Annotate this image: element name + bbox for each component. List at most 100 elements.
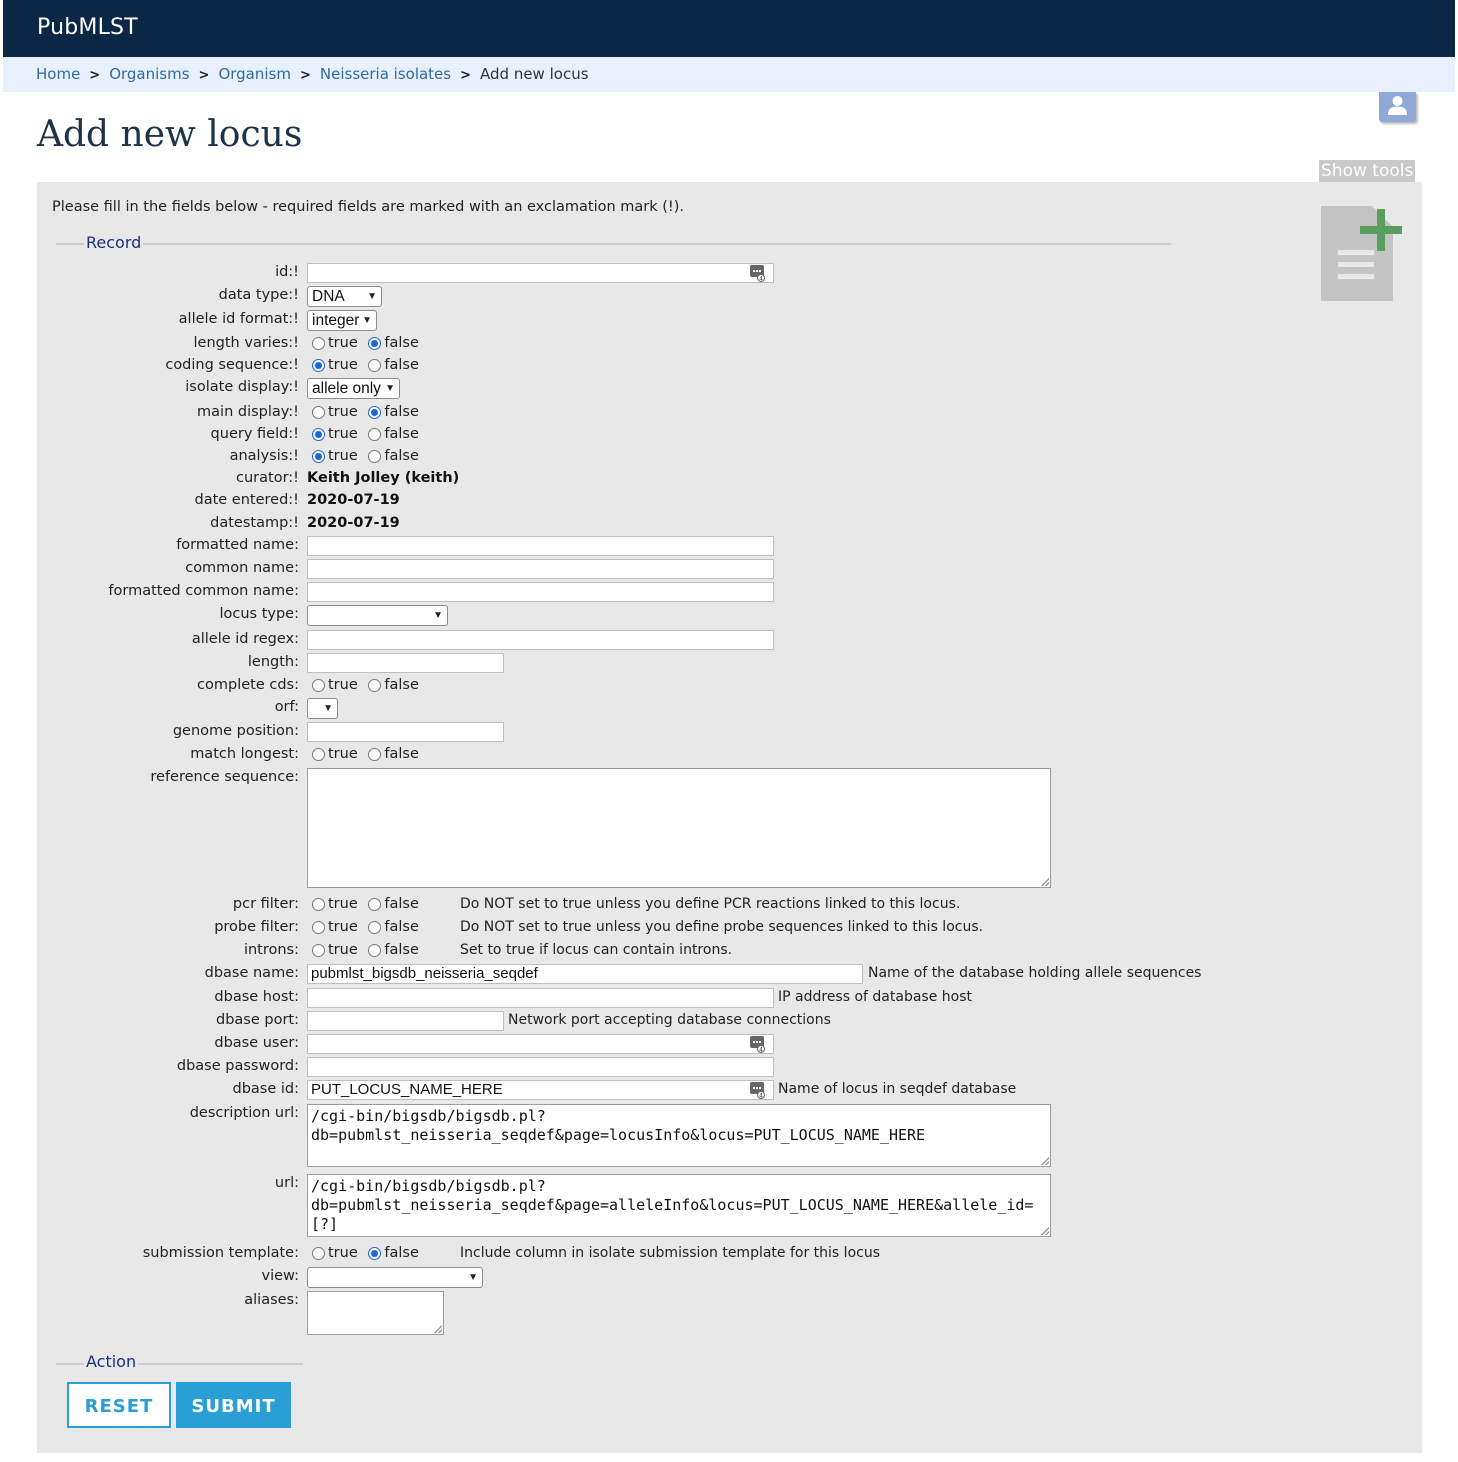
resize-handle[interactable]: [1041, 878, 1049, 886]
date-entered-label: date entered:!: [194, 492, 300, 508]
dbase-user-input[interactable]: 4: [307, 1034, 774, 1054]
dbase-name-input[interactable]: pubmlst_bigsdb_neisseria_seqdef: [307, 964, 863, 984]
complete-cds-true-radio[interactable]: true: [312, 677, 358, 693]
description-url-textarea[interactable]: /cgi-bin/bigsdb/bigsdb.pl? db=pubmlst_ne…: [307, 1104, 1051, 1167]
allele-id-regex-input[interactable]: [307, 630, 774, 650]
pcr-filter-false-radio[interactable]: false: [368, 896, 419, 912]
main-display-true-radio[interactable]: true: [312, 404, 358, 420]
pcr-filter-true-radio[interactable]: true: [312, 896, 358, 912]
orf-label: orf:: [274, 699, 299, 715]
length-varies-label: length varies:!: [193, 335, 299, 351]
coding-sequence-label: coding sequence:!: [165, 357, 299, 373]
view-select[interactable]: ▼: [307, 1267, 483, 1288]
introns-true-radio[interactable]: true: [312, 942, 358, 958]
user-icon[interactable]: [1379, 92, 1416, 122]
submission-template-radio-group: true false: [312, 1245, 425, 1263]
formatted-name-input[interactable]: [307, 536, 774, 556]
keyboard-icon[interactable]: 4: [750, 265, 766, 282]
query-field-radio-group: true false: [312, 426, 425, 444]
probe-filter-radio-group: true false: [312, 919, 425, 937]
formatted-common-name-label: formatted common name:: [108, 583, 299, 599]
breadcrumb-home[interactable]: Home: [36, 65, 80, 83]
length-varies-false-radio[interactable]: false: [368, 335, 419, 351]
add-document-icon[interactable]: [1320, 205, 1404, 306]
breadcrumb-separator: >: [89, 68, 101, 83]
allele-id-regex-label: allele id regex:: [191, 631, 299, 647]
keyboard-icon[interactable]: 4: [750, 1082, 766, 1099]
dbase-id-note: Name of locus in seqdef database: [778, 1081, 1017, 1097]
submission-template-note: Include column in isolate submission tem…: [460, 1245, 880, 1261]
allele-id-format-label: allele id format:!: [178, 311, 299, 327]
reset-button[interactable]: RESET: [67, 1382, 171, 1428]
resize-handle[interactable]: [1041, 1227, 1049, 1235]
resize-handle[interactable]: [434, 1325, 442, 1333]
resize-handle[interactable]: [1041, 1157, 1049, 1165]
chevron-down-icon: ▼: [468, 1272, 478, 1283]
match-longest-true-radio[interactable]: true: [312, 746, 358, 762]
common-name-label: common name:: [185, 560, 299, 576]
main-display-label: main display:!: [197, 404, 299, 420]
analysis-false-radio[interactable]: false: [368, 448, 419, 464]
dbase-user-label: dbase user:: [214, 1035, 299, 1051]
breadcrumb: Home > Organisms > Organism > Neisseria isolat…: [3, 57, 1455, 92]
submission-template-false-radio[interactable]: false: [368, 1245, 419, 1261]
breadcrumb-separator: >: [198, 68, 210, 83]
length-varies-true-radio[interactable]: true: [312, 335, 358, 351]
keyboard-icon[interactable]: 4: [750, 1036, 766, 1053]
submit-button[interactable]: SUBMIT: [176, 1382, 291, 1428]
probe-filter-false-radio[interactable]: false: [368, 919, 419, 935]
query-field-false-radio[interactable]: false: [368, 426, 419, 442]
date-entered-value: 2020-07-19: [307, 492, 400, 508]
complete-cds-radio-group: true false: [312, 677, 425, 695]
isolate-display-select[interactable]: allele only ▼: [307, 378, 400, 399]
breadcrumb-organism[interactable]: Organism: [218, 65, 291, 83]
data-type-select[interactable]: DNA ▼: [307, 286, 382, 307]
curator-label: curator:!: [236, 470, 299, 486]
complete-cds-false-radio[interactable]: false: [368, 677, 419, 693]
reference-sequence-textarea[interactable]: [307, 768, 1051, 888]
length-label: length:: [247, 654, 299, 670]
site-brand[interactable]: PubMLST: [37, 15, 138, 40]
chevron-down-icon: ▼: [323, 703, 333, 714]
id-input[interactable]: 4: [307, 263, 774, 283]
aliases-label: aliases:: [244, 1292, 299, 1308]
length-input[interactable]: [307, 653, 504, 673]
view-label: view:: [261, 1268, 299, 1284]
breadcrumb-neisseria-isolates[interactable]: Neisseria isolates: [320, 65, 451, 83]
match-longest-false-radio[interactable]: false: [368, 746, 419, 762]
query-field-true-radio[interactable]: true: [312, 426, 358, 442]
dbase-name-label: dbase name:: [204, 965, 299, 981]
submission-template-label: submission template:: [142, 1245, 299, 1261]
locus-type-select[interactable]: ▼: [307, 605, 448, 626]
analysis-true-radio[interactable]: true: [312, 448, 358, 464]
data-type-label: data type:!: [218, 287, 299, 303]
submission-template-true-radio[interactable]: true: [312, 1245, 358, 1261]
url-label: url:: [274, 1175, 299, 1191]
url-textarea[interactable]: /cgi-bin/bigsdb/bigsdb.pl? db=pubmlst_ne…: [307, 1174, 1051, 1237]
show-tools-button[interactable]: Show tools: [1319, 160, 1416, 182]
common-name-input[interactable]: [307, 559, 774, 579]
genome-position-input[interactable]: [307, 722, 504, 742]
aliases-textarea[interactable]: [307, 1291, 444, 1335]
record-fieldset-border: [56, 243, 1171, 245]
orf-select[interactable]: ▼: [307, 698, 338, 719]
dbase-port-input[interactable]: [307, 1011, 504, 1031]
probe-filter-true-radio[interactable]: true: [312, 919, 358, 935]
dbase-password-input[interactable]: [307, 1057, 774, 1077]
formatted-common-name-input[interactable]: [307, 582, 774, 602]
dbase-host-note: IP address of database host: [778, 989, 972, 1005]
dbase-host-input[interactable]: [307, 988, 774, 1008]
coding-sequence-true-radio[interactable]: true: [312, 357, 358, 373]
record-legend: Record: [84, 233, 144, 252]
locus-type-label: locus type:: [219, 606, 299, 622]
breadcrumb-organisms[interactable]: Organisms: [109, 65, 189, 83]
dbase-id-input[interactable]: PUT_LOCUS_NAME_HERE 4: [307, 1080, 774, 1100]
probe-filter-note: Do NOT set to true unless you define pro…: [460, 919, 984, 935]
datestamp-value: 2020-07-19: [307, 515, 400, 531]
introns-false-radio[interactable]: false: [368, 942, 419, 958]
main-display-false-radio[interactable]: false: [368, 404, 419, 420]
allele-id-format-select[interactable]: integer ▼: [307, 310, 377, 331]
dbase-host-label: dbase host:: [214, 989, 299, 1005]
curator-value: Keith Jolley (keith): [307, 470, 460, 486]
coding-sequence-false-radio[interactable]: false: [368, 357, 419, 373]
